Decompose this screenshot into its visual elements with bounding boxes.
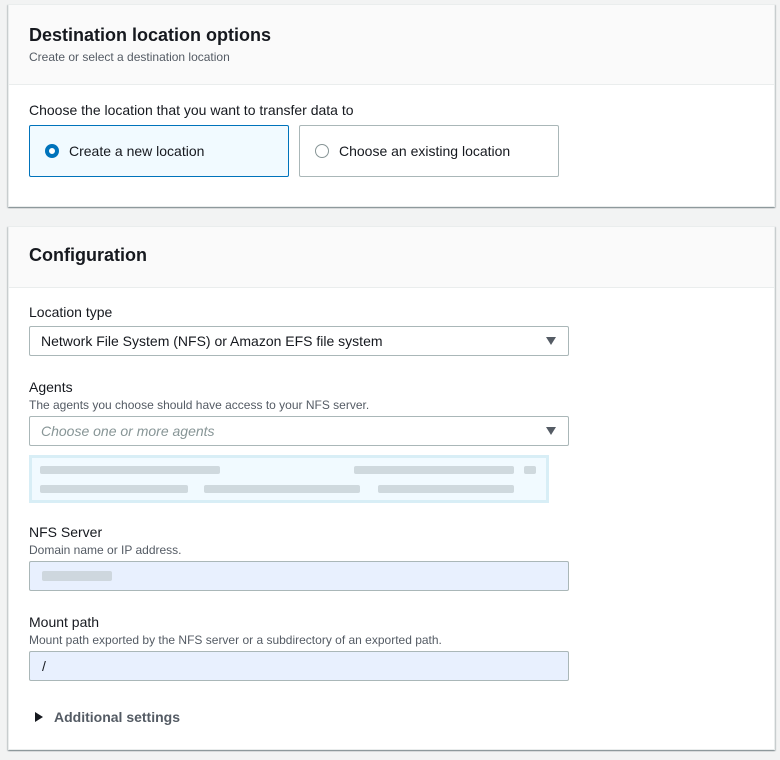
mount-path-value: / bbox=[42, 658, 46, 674]
nfs-server-label: NFS Server bbox=[29, 524, 103, 540]
agents-label: Agents bbox=[29, 379, 73, 395]
redacted-agent-name bbox=[40, 466, 220, 474]
location-type-label: Location type bbox=[29, 304, 113, 320]
additional-settings-label: Additional settings bbox=[54, 709, 180, 725]
redacted-nfs-server bbox=[42, 571, 112, 581]
radio-unselected-icon[interactable] bbox=[315, 144, 329, 158]
caret-down-icon bbox=[546, 337, 556, 345]
remove-token-icon[interactable] bbox=[524, 466, 536, 474]
caret-down-icon bbox=[546, 427, 556, 435]
agents-description: The agents you choose should have access… bbox=[29, 398, 370, 412]
additional-settings-expander[interactable]: Additional settings bbox=[35, 709, 180, 725]
nfs-server-description: Domain name or IP address. bbox=[29, 543, 182, 557]
choose-location-label: Choose the location that you want to tra… bbox=[29, 102, 354, 118]
agents-multiselect[interactable]: Choose one or more agents bbox=[29, 416, 569, 446]
configuration-title: Configuration bbox=[29, 245, 147, 265]
mount-path-description: Mount path exported by the NFS server or… bbox=[29, 633, 442, 647]
destination-title: Destination location options bbox=[29, 25, 271, 45]
selected-agent-token bbox=[29, 455, 549, 503]
nfs-server-input[interactable] bbox=[29, 561, 569, 591]
redacted-agent-subnet bbox=[378, 485, 514, 493]
mount-path-input[interactable]: / bbox=[29, 651, 569, 681]
configuration-panel: Configuration Location type Network File… bbox=[8, 226, 775, 750]
location-type-select[interactable]: Network File System (NFS) or Amazon EFS … bbox=[29, 326, 569, 356]
agents-placeholder: Choose one or more agents bbox=[41, 423, 215, 439]
choose-existing-location-label: Choose an existing location bbox=[339, 143, 511, 159]
create-new-location-tile[interactable]: Create a new location bbox=[29, 125, 289, 177]
configuration-panel-header: Configuration bbox=[9, 227, 774, 288]
radio-selected-icon[interactable] bbox=[45, 144, 59, 158]
mount-path-label: Mount path bbox=[29, 614, 100, 630]
redacted-agent-detail bbox=[204, 485, 360, 493]
destination-panel-header: Destination location options Create or s… bbox=[9, 5, 774, 85]
choose-existing-location-tile[interactable]: Choose an existing location bbox=[299, 125, 559, 177]
location-type-value: Network File System (NFS) or Amazon EFS … bbox=[41, 333, 383, 349]
redacted-agent-endpoint bbox=[354, 466, 514, 474]
create-new-location-label: Create a new location bbox=[69, 143, 205, 159]
destination-description: Create or select a destination location bbox=[29, 50, 230, 64]
redacted-agent-id bbox=[40, 485, 188, 493]
caret-right-icon bbox=[35, 712, 43, 722]
destination-location-panel: Destination location options Create or s… bbox=[8, 4, 775, 207]
